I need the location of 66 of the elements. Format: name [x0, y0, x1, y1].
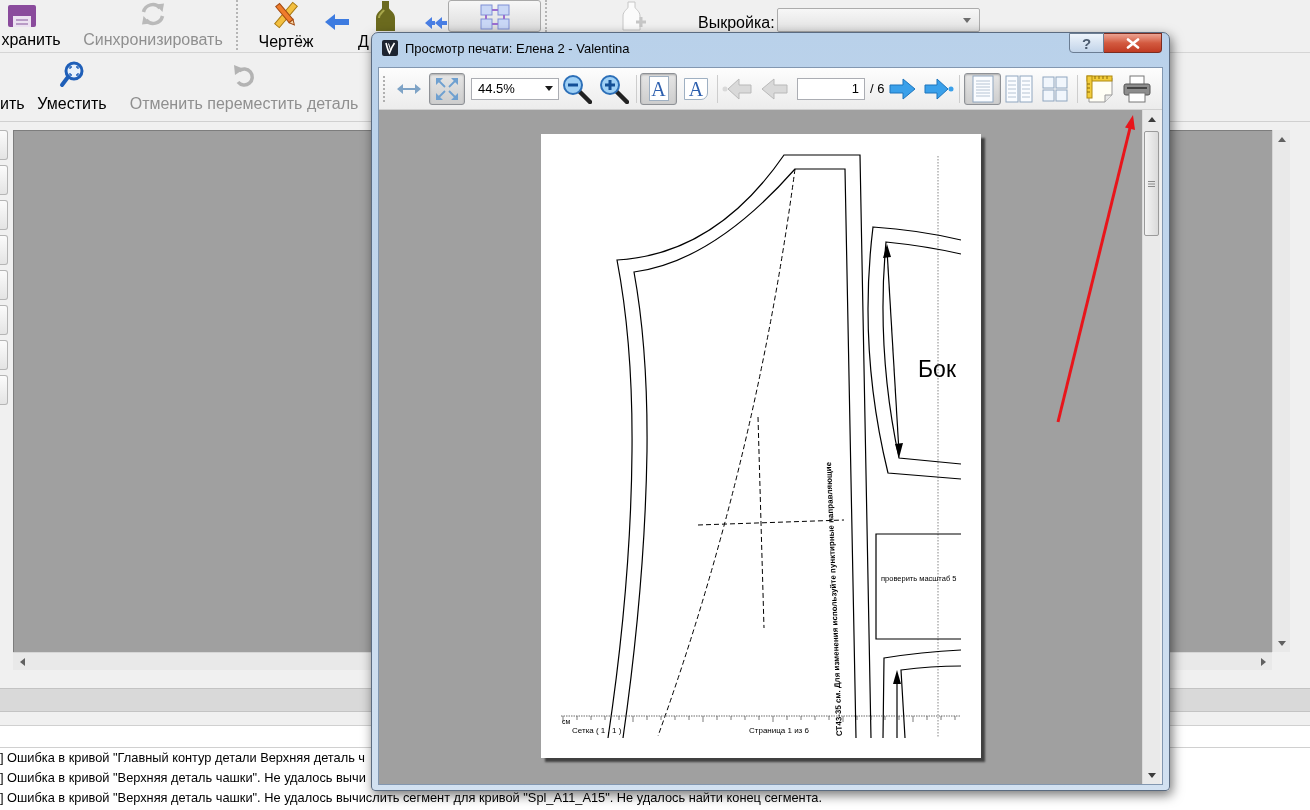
- page-label: Страница 1 из 6: [748, 726, 809, 735]
- tool-button[interactable]: [0, 375, 8, 405]
- close-button[interactable]: [1104, 33, 1162, 53]
- page-count-label: / 6: [870, 79, 885, 98]
- zoom-out-button[interactable]: [561, 72, 593, 105]
- piece-mode-button[interactable]: Д: [355, 0, 401, 50]
- caret-down-icon: [1277, 640, 1286, 646]
- tool-button[interactable]: [0, 200, 8, 230]
- tool-button[interactable]: [0, 165, 8, 195]
- skip-back-icon: [722, 76, 752, 101]
- page-setup-icon: [1086, 74, 1115, 103]
- two-pages-icon: [1005, 74, 1034, 103]
- caret-down-icon: [1147, 772, 1156, 778]
- save-button[interactable]: хранить: [0, 0, 62, 50]
- app-logo-icon: [382, 40, 398, 56]
- tool-button[interactable]: [0, 130, 8, 160]
- caret-right-icon: [1260, 657, 1266, 666]
- zoom-button[interactable]: ить: [0, 61, 22, 115]
- dropdown-caret-icon: [962, 17, 971, 23]
- tool-button[interactable]: [0, 340, 8, 370]
- zoom-in-icon: [599, 73, 629, 104]
- single-page-icon: [971, 74, 994, 103]
- layout-mode-button[interactable]: [448, 0, 541, 32]
- log-line: ] Ошибка в кривой "Главный контур детали Верхняя деталь ч: [0, 749, 366, 767]
- tool-button[interactable]: [0, 270, 8, 300]
- zoom-in-button[interactable]: [597, 72, 631, 105]
- horizontal-arrows-icon: [396, 82, 422, 95]
- field-label: Выкройка:: [698, 13, 775, 32]
- grid-label: Сетка ( 1 , 1 ): [571, 726, 621, 735]
- log-line: ] Ошибка в кривой "Верхняя деталь чашки". Не удалось вычи: [0, 769, 366, 787]
- vertical-note: СТ43-35 см. Для изменения используйте пунктирные направляющие: [823, 461, 844, 737]
- log-line: ] Ошибка в кривой "Верхняя деталь чашки". Не удалось вычислить сегмент для кривой "Spl_A11_A15". Не удалось найти конец сегмента.: [0, 789, 823, 807]
- dropdown-caret-icon: [545, 86, 553, 91]
- scrollbar-thumb[interactable]: [1144, 131, 1159, 236]
- layout-icon: [478, 4, 511, 30]
- close-icon: [1125, 37, 1140, 49]
- caret-left-icon: [19, 657, 25, 666]
- arrow-left-icon: [760, 76, 788, 101]
- help-button[interactable]: ?: [1069, 33, 1104, 53]
- arrow-right-icon: [889, 76, 918, 101]
- double-arrow-left-icon: [424, 16, 448, 30]
- tool-button[interactable]: [0, 305, 8, 335]
- arrow-left-icon: [324, 13, 350, 31]
- tool-button[interactable]: [0, 235, 8, 265]
- page-grid-icon: [1042, 75, 1069, 102]
- expand-arrows-icon: [435, 76, 459, 101]
- page-number-field[interactable]: 1: [797, 77, 865, 100]
- skip-forward-icon: [923, 76, 954, 101]
- single-page-button[interactable]: [964, 72, 1002, 105]
- fit-button[interactable]: Уместить: [32, 61, 112, 115]
- facing-pages-button[interactable]: [1004, 72, 1035, 105]
- fit-page-button[interactable]: [429, 72, 465, 105]
- window-title: Просмотр печати: Елена 2 - Valentina: [405, 40, 630, 57]
- grip-icon: [1148, 180, 1155, 187]
- magnifier-icon: [59, 61, 85, 89]
- zoom-combobox[interactable]: 44.5%: [471, 77, 559, 100]
- caret-up-icon: [1147, 116, 1156, 122]
- portrait-button[interactable]: A: [640, 72, 677, 105]
- pattern-combobox[interactable]: [776, 8, 980, 32]
- printer-icon: [1122, 74, 1153, 103]
- zoom-out-icon: [562, 73, 592, 104]
- caret-up-icon: [1277, 136, 1286, 142]
- drawing-mode-button[interactable]: Чертёж: [250, 0, 322, 50]
- piece-label: Бок: [917, 356, 956, 382]
- refresh-icon: [139, 1, 167, 27]
- grainline-arrow: [892, 670, 901, 739]
